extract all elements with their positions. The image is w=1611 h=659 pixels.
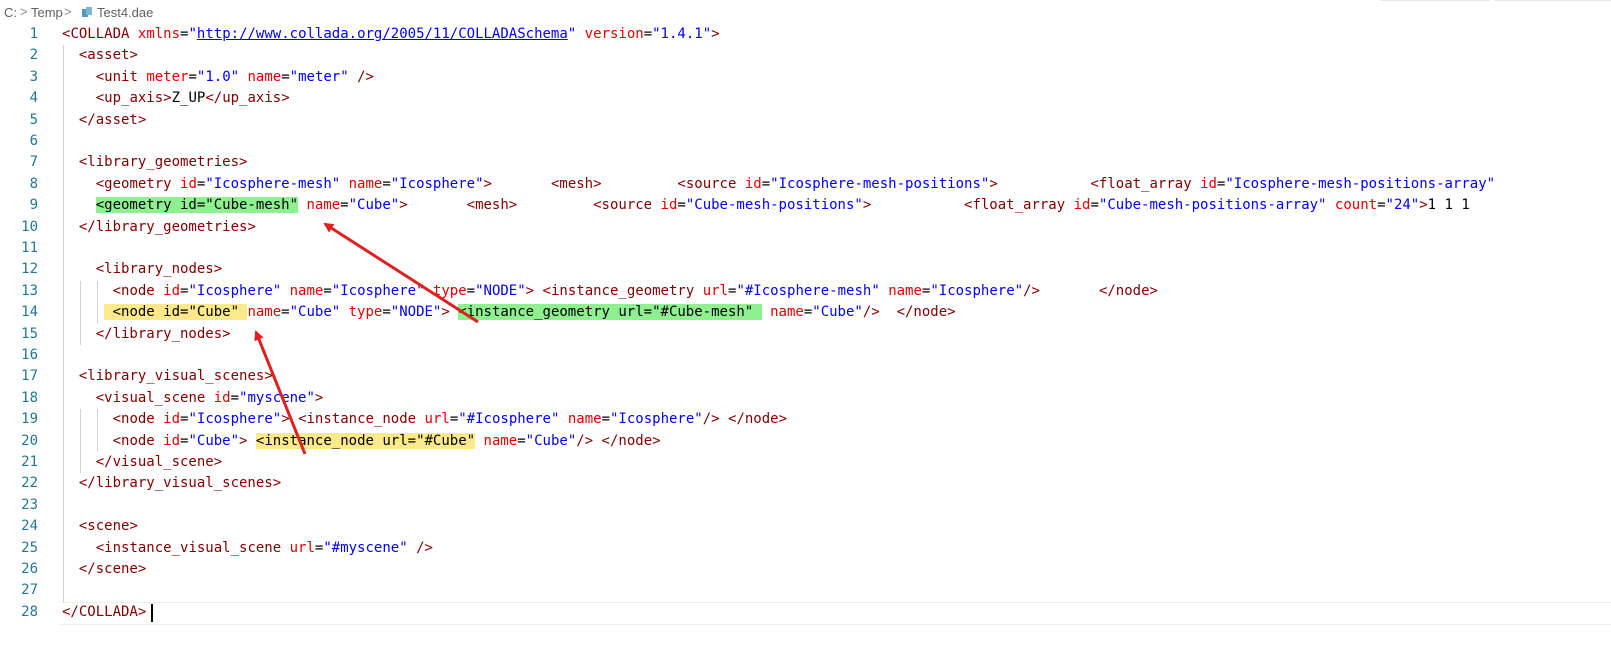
breadcrumb-folder[interactable]: Temp <box>31 5 63 20</box>
breadcrumb-separator: > <box>20 4 28 19</box>
arrow-to-node <box>254 330 307 455</box>
scroll-hint <box>1495 0 1611 1</box>
breadcrumb-drive[interactable]: C: <box>4 5 17 20</box>
arrow-to-geometry <box>323 222 479 324</box>
breadcrumb-separator: > <box>64 4 72 19</box>
xml-file-icon <box>82 7 92 17</box>
annotation-arrows <box>254 222 479 455</box>
scroll-hint <box>1380 0 1490 1</box>
breadcrumb: C: > Temp > Test4.dae <box>0 0 1611 24</box>
breadcrumb-file[interactable]: Test4.dae <box>97 5 153 20</box>
code-editor[interactable]: 1 2 3 4 5 6 7 8 9 10 11 12 13 14 15 16 17 18 19 20 21 22 23 24 2… <box>0 24 1611 659</box>
